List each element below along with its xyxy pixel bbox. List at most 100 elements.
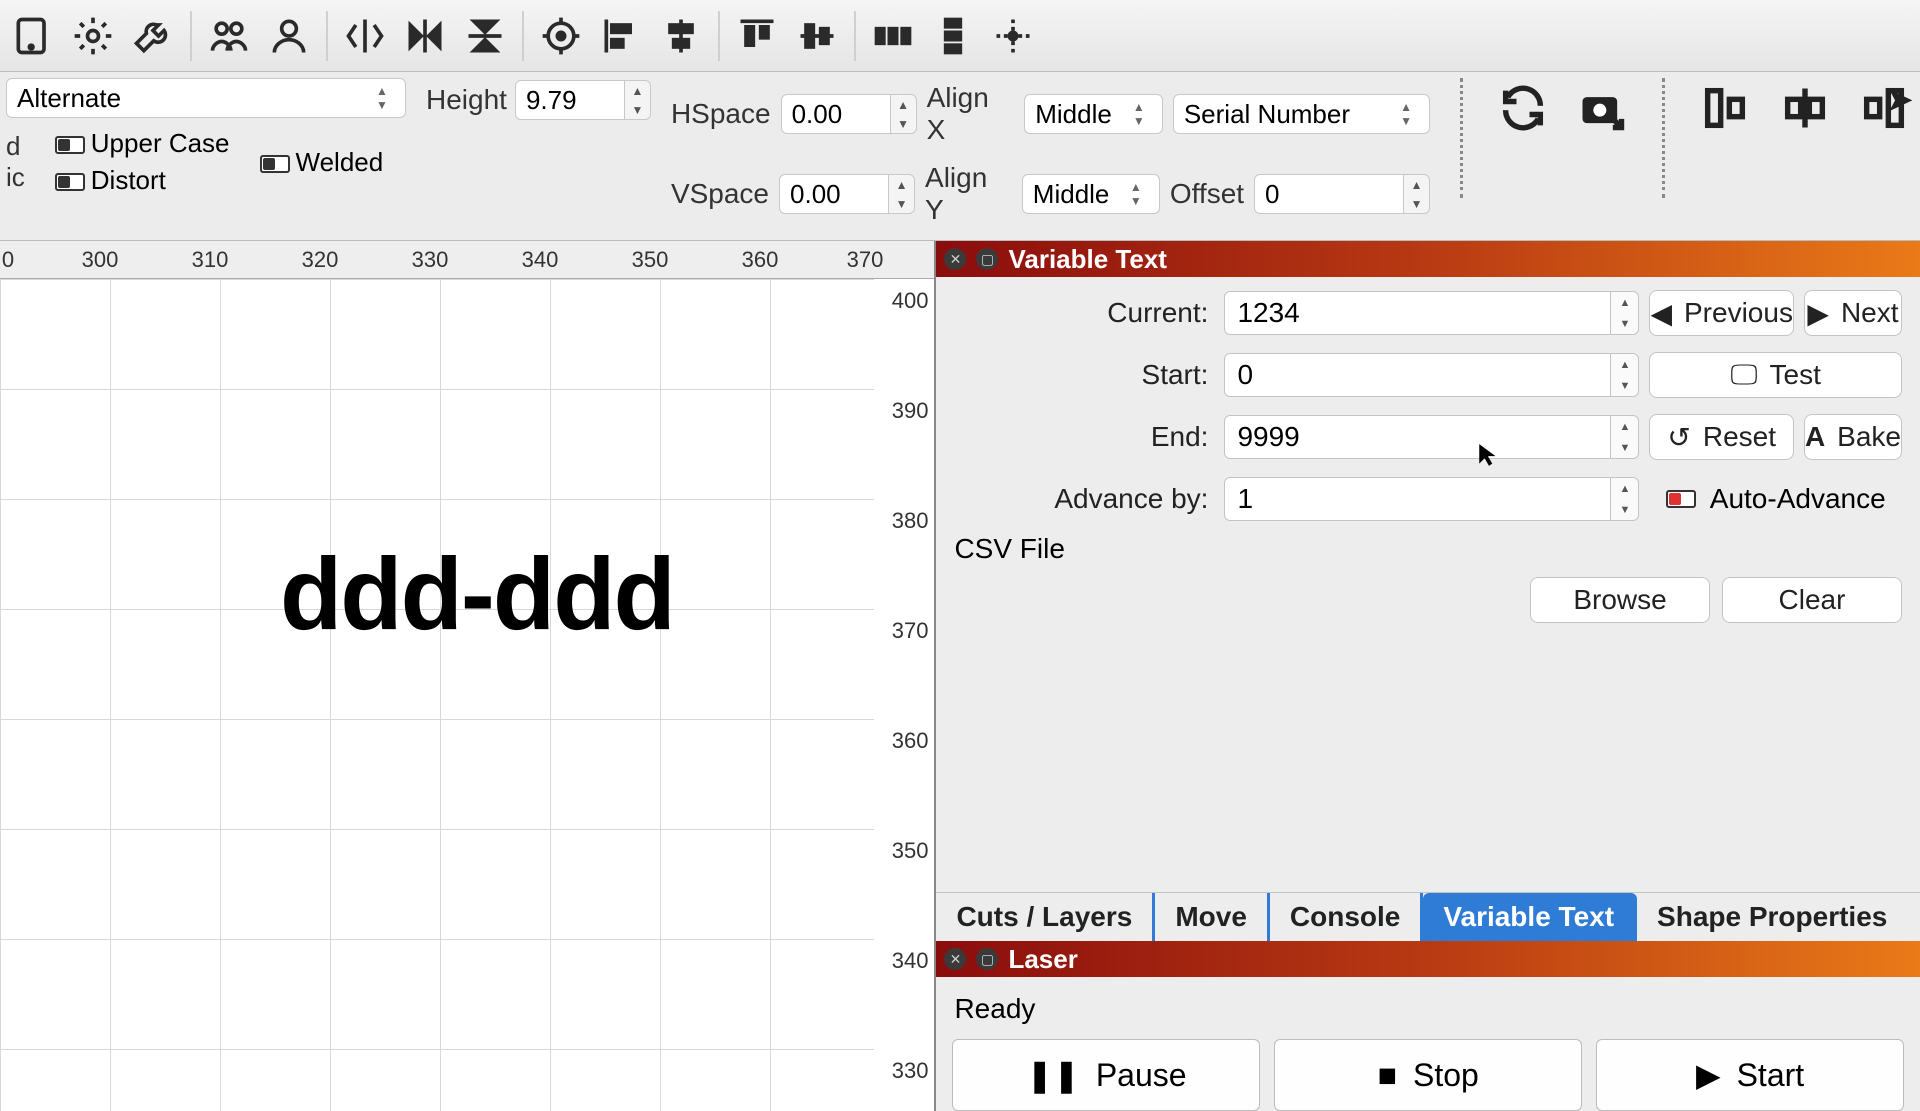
test-button[interactable]: 🖵Test (1649, 352, 1902, 398)
distort-label: Distort (91, 165, 166, 195)
align-top-icon[interactable] (728, 7, 786, 65)
font-icon: A (1805, 421, 1825, 453)
hspace-label: HSpace (671, 98, 771, 130)
camera-export-icon[interactable] (1573, 78, 1633, 138)
stop-button[interactable]: ■Stop (1274, 1039, 1582, 1111)
laser-header: ✕ ▢ Laser (936, 941, 1920, 977)
pause-button[interactable]: ❚❚Pause (952, 1039, 1260, 1111)
mode-select[interactable]: Serial Number▲▼ (1173, 94, 1430, 134)
next-button[interactable]: ▶Next (1804, 290, 1902, 336)
browse-button[interactable]: Browse (1530, 577, 1710, 623)
mouse-cursor (1476, 442, 1502, 468)
tab-cuts-layers[interactable]: Cuts / Layers (936, 893, 1155, 941)
csv-file-label: CSV File (954, 533, 1064, 565)
auto-advance-label: Auto-Advance (1710, 483, 1886, 515)
canvas[interactable]: 0 300 310 320 330 340 350 360 370 400 39… (0, 241, 936, 1111)
ruler-horizontal: 0 300 310 320 330 340 350 360 370 (0, 241, 934, 279)
stop-icon: ■ (1378, 1057, 1397, 1094)
tab-console[interactable]: Console (1270, 893, 1423, 941)
close-icon[interactable]: ✕ (944, 948, 966, 970)
alignx-select[interactable]: Middle▲▼ (1024, 94, 1163, 134)
target-icon[interactable] (532, 7, 590, 65)
offset-icon[interactable] (984, 7, 1042, 65)
align-left-icon[interactable] (592, 7, 650, 65)
distort-toggle[interactable] (55, 173, 85, 191)
monitor-icon: 🖵 (1731, 359, 1758, 392)
separator (854, 11, 856, 61)
separator (1662, 78, 1665, 198)
hspace-input[interactable]: ▲▼ (781, 94, 917, 134)
current-input[interactable]: ▲▼ (1224, 291, 1639, 335)
undo-icon: ↺ (1667, 421, 1690, 454)
dist-v-icon[interactable] (924, 7, 982, 65)
gear-icon[interactable] (64, 7, 122, 65)
separator (522, 11, 524, 61)
grid (0, 279, 874, 1111)
aligny-label: Align Y (925, 162, 1012, 226)
text-options-bar: Alternate ▲▼ d ic Upper Case Distort Wel… (0, 72, 1920, 241)
dock-icon[interactable]: ▢ (976, 248, 998, 270)
play-icon: ▶ (1696, 1056, 1721, 1094)
flip-h-icon[interactable] (336, 7, 394, 65)
tab-move[interactable]: Move (1155, 893, 1270, 941)
panel-tabs: Cuts / Layers Move Console Variable Text… (936, 892, 1920, 941)
dist-h-icon[interactable] (864, 7, 922, 65)
group-icon[interactable] (200, 7, 258, 65)
tab-variable-text[interactable]: Variable Text (1423, 893, 1637, 941)
vspace-input[interactable]: ▲▼ (779, 174, 915, 214)
upper-case-label: Upper Case (91, 128, 230, 158)
start-label: Start: (954, 359, 1214, 391)
chevron-down-icon: ▲▼ (369, 78, 395, 118)
canvas-text-object[interactable]: ddd-ddd (280, 536, 674, 653)
wrench-icon[interactable] (124, 7, 182, 65)
font-select-value: Alternate (17, 83, 121, 114)
separator (1460, 78, 1463, 198)
current-label: Current: (954, 297, 1214, 329)
auto-advance-toggle[interactable] (1666, 490, 1696, 508)
separator (190, 11, 192, 61)
previous-button[interactable]: ◀Previous (1649, 290, 1793, 336)
pause-icon: ❚❚ (1026, 1056, 1080, 1094)
height-input[interactable]: ▲▼ (515, 80, 651, 120)
dock-icon[interactable]: ▢ (976, 948, 998, 970)
laser-body: Ready ❚❚Pause ■Stop ▶Start (936, 977, 1920, 1111)
frag2: ic (6, 162, 25, 193)
mirror-h-icon[interactable] (396, 7, 454, 65)
frag1: d (6, 131, 25, 162)
start-input[interactable]: ▲▼ (1224, 353, 1639, 397)
start-button[interactable]: ▶Start (1596, 1039, 1904, 1111)
offset-label: Offset (1170, 178, 1244, 210)
panel-title: Variable Text (1008, 244, 1167, 275)
welded-label: Welded (296, 147, 384, 177)
main-area: 0 300 310 320 330 340 350 360 370 400 39… (0, 241, 1920, 1111)
close-icon[interactable]: ✕ (944, 248, 966, 270)
overflow-icon[interactable]: ➤ (1886, 80, 1915, 120)
end-input[interactable]: ▲▼ (1224, 415, 1639, 459)
separator (326, 11, 328, 61)
chevron-right-icon: ▶ (1807, 297, 1829, 330)
right-panel: ✕ ▢ Variable Text Current: ▲▼ ◀Previous … (936, 241, 1920, 1111)
advance-input[interactable]: ▲▼ (1224, 477, 1639, 521)
align-center-icon[interactable] (652, 7, 710, 65)
person-icon[interactable] (260, 7, 318, 65)
aligny-select[interactable]: Middle▲▼ (1022, 174, 1160, 214)
font-select[interactable]: Alternate ▲▼ (6, 78, 406, 118)
welded-toggle[interactable] (260, 155, 290, 173)
tab-shape-properties[interactable]: Shape Properties (1637, 893, 1907, 941)
variable-text-body: Current: ▲▼ ◀Previous ▶Next Start: ▲▼ 🖵T… (936, 277, 1920, 623)
offset-input[interactable]: ▲▼ (1254, 174, 1430, 214)
height-label: Height (426, 84, 507, 116)
reset-button[interactable]: ↺Reset (1649, 414, 1793, 460)
bake-button[interactable]: ABake (1804, 414, 1902, 460)
ruler-vertical: 400 390 380 370 360 350 340 330 (874, 279, 934, 1111)
clear-button[interactable]: Clear (1722, 577, 1902, 623)
vspace-label: VSpace (671, 178, 769, 210)
mirror-v-icon[interactable] (456, 7, 514, 65)
align-middle-icon[interactable] (788, 7, 846, 65)
variable-text-header: ✕ ▢ Variable Text (936, 241, 1920, 277)
refresh-icon[interactable] (1493, 78, 1553, 138)
align-obj-center-icon[interactable] (1775, 78, 1835, 138)
upper-case-toggle[interactable] (55, 136, 85, 154)
align-obj-left-icon[interactable] (1695, 78, 1755, 138)
device-icon[interactable] (4, 7, 62, 65)
